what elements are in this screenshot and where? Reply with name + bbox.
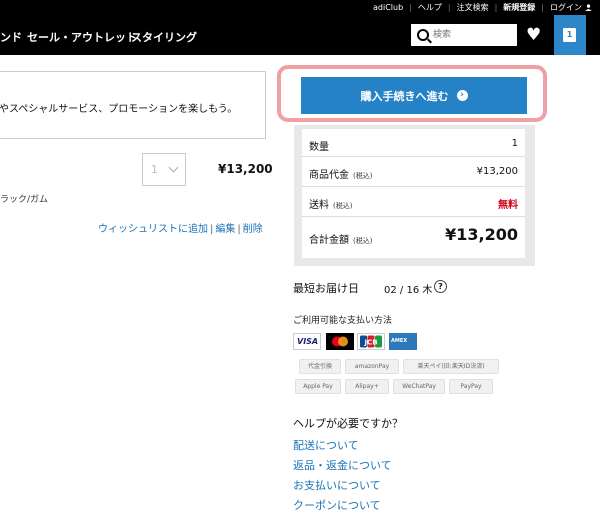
- help-link-coupons[interactable]: クーポンについて: [293, 497, 381, 513]
- main-nav: ンド セール・アウトレット スタイリング ♥ 1: [0, 15, 600, 55]
- help-link[interactable]: ヘルプ: [418, 2, 442, 13]
- svg-text:JCB: JCB: [363, 339, 377, 347]
- payment-method-alipay: Alipay+: [345, 379, 389, 394]
- qty-label: 数量: [309, 142, 329, 153]
- summary-row-shipping: 送料 (税込) 無料: [302, 187, 525, 217]
- order-search-link[interactable]: 注文検索: [457, 2, 489, 13]
- item-color: ラック/ガム: [0, 195, 49, 205]
- jcb-icon: JCB: [357, 333, 385, 350]
- payment-title: ご利用可能な支払い方法: [293, 316, 393, 326]
- item-actions: ウィッシュリストに追加 | 編集 | 削除: [98, 220, 263, 235]
- help-title: ヘルプが必要ですか？: [293, 417, 403, 430]
- subtotal-note: (税込): [353, 172, 373, 180]
- payment-method-wechatpay: WeChatPay: [393, 379, 445, 394]
- checkout-button[interactable]: 購入手続きへ進む ›: [301, 77, 527, 114]
- quantity-value: 1: [151, 163, 158, 176]
- search-box[interactable]: [411, 24, 517, 46]
- promo-box: やスペシャルサービス、プロモーションを楽しもう。: [0, 71, 266, 139]
- divider: |: [541, 3, 544, 12]
- help-link-payment[interactable]: お支払いについて: [293, 477, 381, 493]
- payment-method-applepay: Apple Pay: [295, 379, 341, 394]
- order-summary: 数量 1 商品代金 (税込) ¥13,200 送料 (税込) 無料 合計金額 (税込)…: [294, 125, 535, 266]
- subtotal-value: ¥13,200: [476, 166, 518, 177]
- user-icon: [585, 4, 592, 11]
- nav-item-sale-outlet[interactable]: セール・アウトレット: [27, 29, 137, 45]
- add-to-wishlist-link[interactable]: ウィッシュリストに追加: [98, 224, 208, 235]
- total-value: ¥13,200: [445, 225, 518, 244]
- summary-row-subtotal: 商品代金 (税込) ¥13,200: [302, 157, 525, 187]
- qty-value: 1: [511, 138, 518, 149]
- delete-link[interactable]: 削除: [243, 224, 263, 235]
- total-note: (税込): [353, 237, 373, 245]
- help-icon[interactable]: ?: [434, 280, 447, 293]
- item-price: ¥13,200: [218, 162, 273, 176]
- edit-link[interactable]: 編集: [215, 224, 235, 235]
- help-link-shipping[interactable]: 配送について: [293, 437, 359, 453]
- payment-method-rakutenpay: 楽天ペイ(旧:楽天ID決済): [403, 359, 499, 374]
- promo-text: やスペシャルサービス、プロモーションを楽しもう。: [0, 104, 238, 115]
- subtotal-label: 商品代金: [309, 170, 349, 181]
- summary-row-total: 合計金額 (税込) ¥13,200: [302, 217, 525, 258]
- payment-method-cod: 代金引換: [299, 359, 341, 374]
- payment-method-paypay: PayPay: [449, 379, 493, 394]
- total-label: 合計金額: [309, 235, 349, 246]
- nav-item-styling[interactable]: スタイリング: [131, 29, 197, 45]
- summary-row-quantity: 数量 1: [302, 129, 525, 157]
- visa-icon: VISA: [293, 333, 321, 350]
- divider: |: [494, 3, 498, 12]
- shipping-value: 無料: [498, 200, 518, 211]
- mastercard-icon: [326, 333, 354, 350]
- arrow-circle-icon: ›: [456, 90, 468, 101]
- search-input[interactable]: [433, 27, 513, 43]
- delivery-date: 02 / 16 木: [384, 285, 433, 296]
- help-link-returns[interactable]: 返品・返金について: [293, 457, 392, 473]
- payment-method-amazonpay: amazonPay: [345, 359, 399, 374]
- shipping-label: 送料: [309, 200, 329, 211]
- checkout-label: 購入手続きへ進む: [360, 89, 449, 103]
- divider: |: [210, 224, 214, 235]
- divider: |: [409, 3, 412, 12]
- register-link[interactable]: 新規登録: [503, 2, 535, 13]
- nav-item-brand[interactable]: ンド: [0, 29, 22, 45]
- amex-icon: AMEX: [389, 333, 417, 350]
- utility-bar: adiClub | ヘルプ | 注文検索 | 新規登録 | ログイン: [0, 0, 600, 15]
- login-link[interactable]: ログイン: [550, 2, 582, 13]
- shipping-note: (税込): [333, 202, 353, 210]
- delivery-label: 最短お届け日: [293, 282, 359, 295]
- divider: |: [447, 3, 451, 12]
- adiclub-link[interactable]: adiClub: [373, 3, 403, 12]
- search-icon[interactable]: [417, 29, 429, 41]
- cart-button[interactable]: 1: [554, 15, 586, 55]
- quantity-select[interactable]: 1: [142, 153, 186, 186]
- divider: |: [237, 224, 241, 235]
- cart-count: 1: [566, 30, 573, 39]
- heart-icon[interactable]: ♥: [526, 27, 541, 44]
- chevron-down-icon: [168, 162, 179, 173]
